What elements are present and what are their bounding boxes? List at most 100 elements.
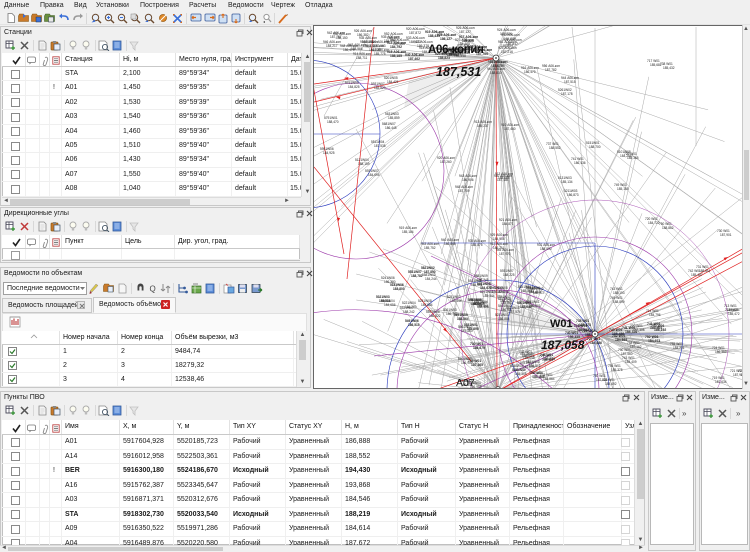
svg-text:185,472: 185,472 [728,312,740,316]
svg-text:188,552: 188,552 [549,146,561,150]
svg-text:185,875: 185,875 [471,243,483,247]
svg-text:186,136: 186,136 [574,161,586,165]
svg-text:187,757: 187,757 [330,35,342,39]
svg-text:186,522: 186,522 [429,314,441,318]
svg-text:187,679: 187,679 [491,64,503,68]
svg-text:187,462: 187,462 [408,57,420,61]
svg-text:188,564: 188,564 [457,317,469,321]
svg-text:184,973: 184,973 [648,339,660,343]
svg-text:187,127: 187,127 [459,30,471,34]
svg-text:Q: Q [150,285,156,294]
svg-text:184,825: 184,825 [348,85,360,89]
svg-text:187,453: 187,453 [461,329,473,333]
svg-text:188,225: 188,225 [503,273,515,277]
svg-text:186,474: 186,474 [343,48,355,52]
svg-text:185,752: 185,752 [424,246,436,250]
svg-text:184,413: 184,413 [529,290,541,294]
svg-text:188,810: 188,810 [490,71,502,75]
svg-text:185,511: 185,511 [379,299,391,303]
svg-text:187,139: 187,139 [533,375,545,379]
svg-text:185,193: 185,193 [613,291,625,295]
svg-text:187,901: 187,901 [720,233,732,237]
svg-text:188,899: 188,899 [613,300,625,304]
svg-text:186,679: 186,679 [473,346,485,350]
svg-text:186,884: 186,884 [498,317,510,321]
svg-text:W01: W01 [550,318,573,330]
svg-text:184,908: 184,908 [493,237,505,241]
svg-text:185,184: 185,184 [402,230,414,234]
svg-text:187,782: 187,782 [545,68,557,72]
svg-text:186,906: 186,906 [462,178,474,182]
svg-text:184,893: 184,893 [615,338,627,342]
svg-text:188,862: 188,862 [662,226,674,230]
svg-text:187,973: 187,973 [499,252,511,256]
svg-text:184,722: 184,722 [648,221,660,225]
svg-text:184,217: 184,217 [326,44,338,48]
svg-text:186,584: 186,584 [522,354,534,358]
svg-text:184,925: 184,925 [323,151,335,155]
svg-text:184,473: 184,473 [579,323,591,327]
svg-text:188,185: 188,185 [390,54,402,58]
svg-text:184,551: 184,551 [471,283,483,287]
svg-text:186,479: 186,479 [524,70,536,74]
svg-text:184,601: 184,601 [650,326,662,330]
svg-text:188,711: 188,711 [356,56,368,60]
svg-text:184,964: 184,964 [477,304,489,308]
svg-text:187,634: 187,634 [715,380,727,384]
svg-text:184,695: 184,695 [368,173,380,177]
svg-text:187,872: 187,872 [409,31,421,35]
svg-text:185,889: 185,889 [543,357,555,361]
svg-text:184,244: 184,244 [425,277,437,281]
svg-text:187,260: 187,260 [440,160,452,164]
svg-text:184,539: 184,539 [369,48,381,52]
svg-text:185,528: 185,528 [727,308,739,312]
svg-text:184,796: 184,796 [649,313,661,317]
svg-text:184,486: 184,486 [590,341,602,345]
svg-text:185,487: 185,487 [691,273,703,277]
svg-text:187,709: 187,709 [458,189,470,193]
svg-text:184,638: 184,638 [497,290,509,294]
svg-text:188,242: 188,242 [403,310,415,314]
svg-text:187,515: 187,515 [564,80,576,84]
svg-text:185,444: 185,444 [450,299,462,303]
svg-text:188,492: 188,492 [605,382,617,386]
svg-text:А06-копия: А06-копия [428,44,484,56]
svg-text:188,890: 188,890 [540,247,552,251]
svg-text:186,445: 186,445 [385,126,397,130]
svg-text:185,134: 185,134 [561,180,573,184]
svg-text:187,480: 187,480 [504,127,516,131]
svg-text:186,812: 186,812 [529,364,541,368]
svg-text:188,183: 188,183 [387,36,399,40]
svg-text:187,847: 187,847 [506,42,518,46]
svg-text:188,700: 188,700 [589,145,601,149]
svg-text:185,365: 185,365 [627,156,639,160]
svg-text:186,127: 186,127 [440,37,452,41]
svg-text:188,159: 188,159 [358,162,370,166]
svg-text:184,409: 184,409 [625,360,637,364]
svg-text:187,184: 187,184 [497,178,509,182]
svg-text:185,432: 185,432 [663,66,675,70]
svg-text:186,826: 186,826 [462,39,474,43]
svg-text:184,792: 184,792 [390,45,402,49]
svg-text:186,987: 186,987 [501,308,513,312]
svg-text:185,408: 185,408 [515,372,527,376]
svg-text:184,472: 184,472 [409,40,421,44]
svg-text:184,231: 184,231 [673,346,685,350]
svg-text:187,165: 187,165 [471,363,483,367]
svg-text:187,162: 187,162 [630,345,642,349]
svg-text:186,359: 186,359 [715,350,727,354]
svg-text:188,470: 188,470 [327,120,339,124]
svg-text:187,216: 187,216 [501,50,513,54]
svg-text:185,829: 185,829 [374,86,386,90]
svg-text:185,375: 185,375 [611,368,623,372]
svg-text:185,237: 185,237 [477,124,489,128]
svg-text:184,871: 184,871 [502,222,514,226]
svg-text:187,531: 187,531 [436,65,481,79]
svg-text:184,421: 184,421 [387,80,399,84]
svg-text:188,811: 188,811 [699,269,711,273]
svg-text:184,428: 184,428 [500,299,512,303]
svg-text:184,984: 184,984 [421,303,433,307]
svg-text:187,058: 187,058 [541,338,585,352]
svg-text:187,178: 187,178 [561,92,573,96]
svg-text:185,859: 185,859 [388,116,400,120]
